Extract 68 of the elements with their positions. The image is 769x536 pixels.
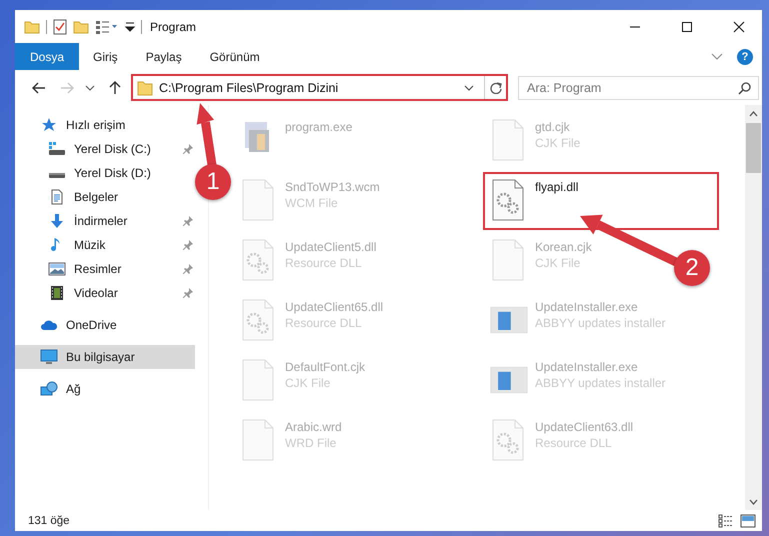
sidebar-item[interactable]: Müzik (15, 233, 195, 257)
chevron-up-icon (749, 110, 758, 116)
file-name: UpdateInstaller.exe (535, 360, 639, 374)
film-icon (49, 285, 65, 301)
forward-arrow-icon (59, 80, 75, 96)
address-path: C:\Program Files\Program Dizini (159, 80, 340, 94)
checklist-icon (53, 18, 67, 34)
details-caret-icon (95, 18, 119, 34)
file-name: flyapi.dll (535, 180, 578, 194)
monitor-icon (40, 349, 58, 365)
details-view-icon (718, 514, 734, 528)
up-arrow-icon (107, 80, 123, 96)
chevron-down-icon (464, 84, 474, 90)
folder-icon (137, 80, 153, 96)
file-name: UpdateClient65.dll (285, 300, 384, 314)
maximize-icon (681, 20, 693, 32)
file-name: Arabic.wrd (285, 420, 342, 434)
picture-view-icon (740, 514, 756, 528)
sidebar-item[interactable]: Resimler (15, 257, 195, 281)
document-icon (49, 189, 65, 205)
file-name: DefaultFont.cjk (285, 360, 366, 374)
ribbon-tab[interactable]: Dosya (15, 43, 80, 70)
file-name: SndToWP13.wcm (285, 180, 380, 194)
folder-icon (24, 18, 40, 34)
search-icon (738, 80, 752, 94)
sidebar-item[interactable]: Hızlı erişim (15, 113, 195, 137)
back-arrow-icon (31, 80, 47, 96)
ribbon-tab[interactable]: Paylaş (132, 43, 196, 70)
chevron-down-icon (749, 498, 758, 504)
details-view-button[interactable] (718, 514, 734, 528)
sidebar-item[interactable]: Belgeler (15, 185, 195, 209)
drive-icon (49, 173, 65, 178)
item-count: 131 öğe (28, 514, 71, 526)
annotation-arrow (196, 103, 216, 166)
file-name: UpdateClient63.dll (535, 420, 634, 434)
new-folder-icon (73, 18, 89, 34)
file-name: program.exe (285, 120, 352, 134)
network-icon (40, 381, 58, 397)
file-name: gtd.cjk (535, 120, 571, 134)
file-name: UpdateInstaller.exe (535, 300, 639, 314)
sidebar-item[interactable]: Bu bilgisayar (15, 345, 195, 369)
sidebar-item[interactable]: Ağ (15, 377, 195, 401)
help-button[interactable]: ? (737, 48, 753, 64)
search-field[interactable]: Ara: Program (518, 76, 759, 100)
star-icon (41, 117, 57, 133)
file-name: Korean.cjk (535, 240, 592, 254)
large-icons-view-button[interactable] (740, 514, 756, 528)
picture-icon (48, 261, 66, 277)
cloud-icon (40, 318, 58, 332)
file-name: UpdateClient5.dll (285, 240, 376, 254)
sidebar-item[interactable]: Videolar (15, 281, 195, 305)
ribbon-tab[interactable]: Giriş (79, 43, 132, 70)
sidebar-item[interactable]: Yerel Disk (D:) (15, 161, 195, 185)
chevron-down-icon (85, 84, 95, 90)
address-bar[interactable]: C:\Program Files\Program Dizini (131, 74, 508, 101)
scroll-thumb[interactable] (746, 123, 761, 173)
chevron-down-icon (711, 52, 723, 60)
sidebar-item[interactable]: Yerel Disk (C:) (15, 137, 195, 161)
down-arrow-icon (49, 213, 65, 229)
scrollbar[interactable] (745, 105, 762, 510)
close-icon (733, 20, 745, 32)
file-item[interactable]: flyapi.dll (483, 172, 719, 230)
sidebar-item[interactable]: OneDrive (15, 313, 195, 337)
ribbon-tab[interactable]: Görünüm (196, 43, 274, 70)
window-title: Program (149, 20, 198, 34)
refresh-icon (490, 82, 502, 94)
drive-icon (48, 141, 66, 157)
sidebar-item[interactable]: İndirmeler (15, 209, 195, 233)
